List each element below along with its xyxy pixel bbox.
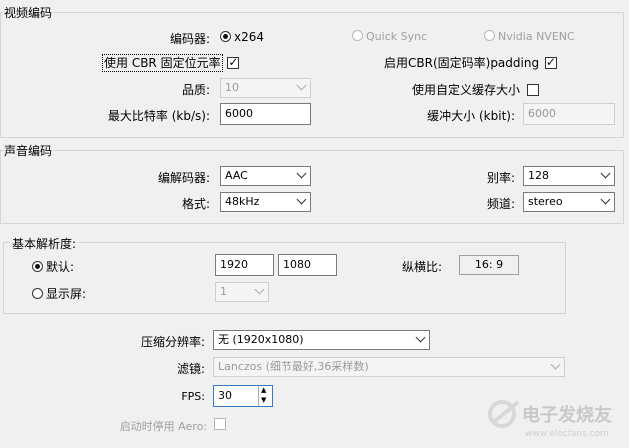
encoder-radio-x264[interactable]: x264 <box>220 30 264 44</box>
radio-selected-icon <box>220 31 231 42</box>
chevron-down-icon <box>254 284 265 295</box>
chevron-down-icon <box>600 168 611 179</box>
radio-selected-icon <box>32 261 43 272</box>
format-select[interactable]: 48kHz <box>220 192 311 212</box>
channel-label: 频道: <box>486 197 515 211</box>
chevron-down-icon <box>296 194 307 205</box>
aspect-ratio-value: 16: 9 <box>459 255 519 275</box>
channel-select-value: stereo <box>528 195 563 208</box>
downscale-label: 压缩分辨率: <box>140 335 205 349</box>
quality-select[interactable]: 10 <box>220 78 311 98</box>
downscale-select[interactable]: 无 (1920x1080) <box>213 330 430 350</box>
audio-encoding-group <box>0 150 624 224</box>
default-resolution-label: 默认: <box>46 260 75 274</box>
quality-label: 品质: <box>181 83 210 97</box>
use-cbr-label: 使用 CBR 固定位元率 <box>102 54 223 72</box>
resolution-title: 基本解析度: <box>10 235 79 252</box>
encoder-radio-nvenc[interactable]: Nvidia NVENC <box>484 30 575 43</box>
max-bitrate-label: 最大比特率 (kb/s): <box>107 109 210 123</box>
watermark-text: 电子发烧友 <box>522 405 612 426</box>
monitor-resolution-label: 显示屏: <box>46 287 87 301</box>
checkbox-checked-icon <box>544 55 557 69</box>
aspect-ratio-label: 纵横比: <box>402 260 443 274</box>
custom-buffer-label: 使用自定义缓存大小 <box>412 83 521 97</box>
fps-value: 30 <box>218 389 232 402</box>
chevron-down-icon <box>415 332 426 343</box>
radio-icon <box>484 30 495 41</box>
codec-label: 编解码器: <box>157 171 210 185</box>
audio-encoding-title: 声音编码 <box>4 142 55 159</box>
disable-aero-label: 启动时停用 Aero: <box>119 420 207 433</box>
disable-aero-checkbox[interactable] <box>214 417 226 431</box>
resolution-group <box>3 242 566 314</box>
audio-bitrate-select[interactable]: 128 <box>523 166 615 186</box>
monitor-resolution-radio[interactable]: 显示屏: <box>32 285 86 302</box>
custom-buffer-checkbox[interactable]: 使用自定义缓存大小 <box>412 81 539 98</box>
encoder-radio-quicksync[interactable]: Quick Sync <box>352 30 427 43</box>
format-label: 格式: <box>181 197 210 211</box>
encoder-option-x264-label: x264 <box>234 30 265 44</box>
encoder-option-quicksync-label: Quick Sync <box>366 30 428 43</box>
radio-icon <box>352 30 363 41</box>
codec-select[interactable]: AAC <box>220 166 311 186</box>
channel-select[interactable]: stereo <box>523 192 615 212</box>
resolution-height-input[interactable]: 1080 <box>278 254 337 276</box>
watermark-logo-icon <box>488 400 520 428</box>
monitor-select-value: 1 <box>220 285 227 298</box>
codec-select-value: AAC <box>225 169 248 182</box>
watermark-url: www.elecfans.com <box>525 429 609 439</box>
resolution-width-input[interactable]: 1920 <box>215 254 274 276</box>
buffer-size-input[interactable]: 6000 <box>523 103 615 125</box>
default-resolution-radio[interactable]: 默认: <box>32 258 74 275</box>
encoder-option-nvenc-label: Nvidia NVENC <box>498 30 575 43</box>
audio-bitrate-select-value: 128 <box>528 169 549 182</box>
downscale-select-value: 无 (1920x1080) <box>218 333 304 346</box>
cbr-padding-checkbox[interactable]: 启用CBR(固定码率)padding <box>384 54 557 71</box>
audio-bitrate-label: 别率: <box>486 171 515 185</box>
checkbox-unchecked-icon <box>214 418 226 430</box>
fps-stepper[interactable]: ▲ ▼ <box>258 386 272 406</box>
checkbox-checked-icon <box>227 55 240 69</box>
chevron-down-icon <box>550 359 561 370</box>
encoder-label: 编码器: <box>169 32 210 46</box>
chevron-down-icon <box>296 168 307 179</box>
fps-input[interactable]: 30 ▲ ▼ <box>213 385 273 407</box>
quality-select-value: 10 <box>225 81 239 94</box>
chevron-down-icon <box>296 80 307 91</box>
cbr-padding-label: 启用CBR(固定码率)padding <box>384 56 540 70</box>
video-encoding-title: 视频编码 <box>4 4 55 21</box>
monitor-select[interactable]: 1 <box>215 282 269 302</box>
filter-select[interactable]: Lanczos (细节最好,36采样数) <box>213 357 565 377</box>
checkbox-unchecked-icon <box>526 84 539 96</box>
format-select-value: 48kHz <box>225 195 260 208</box>
max-bitrate-input[interactable]: 6000 <box>220 103 311 125</box>
filter-select-value: Lanczos (细节最好,36采样数) <box>218 360 369 373</box>
stepper-down-icon[interactable]: ▼ <box>261 396 266 405</box>
use-cbr-checkbox[interactable]: 使用 CBR 固定位元率 <box>102 54 240 72</box>
stepper-up-icon[interactable]: ▲ <box>261 386 266 395</box>
chevron-down-icon <box>600 194 611 205</box>
filter-label: 滤镜: <box>176 362 205 376</box>
fps-label: FPS: <box>181 390 205 403</box>
watermark-logo <box>486 396 526 433</box>
buffer-size-label: 缓冲大小 (kbit): <box>427 109 515 123</box>
radio-icon <box>32 288 43 299</box>
